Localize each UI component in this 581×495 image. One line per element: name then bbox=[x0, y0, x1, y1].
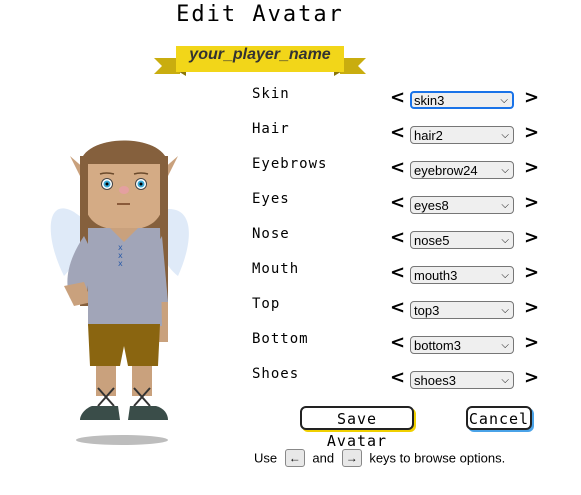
avatar-shadow bbox=[76, 435, 168, 445]
next-mouth-button[interactable]: > bbox=[524, 262, 539, 283]
hint-use-text: Use bbox=[254, 450, 278, 466]
player-name: your_player_name bbox=[189, 46, 331, 63]
option-row-hair: Hair < hair2 ⌵ > bbox=[252, 121, 552, 153]
option-row-top: Top < top3 ⌵ > bbox=[252, 296, 552, 328]
next-top-button[interactable]: > bbox=[524, 297, 539, 318]
cancel-button[interactable]: Cancel bbox=[466, 406, 532, 430]
prev-mouth-button[interactable]: < bbox=[390, 262, 405, 283]
chevron-down-icon: ⌵ bbox=[501, 305, 509, 316]
option-label-mouth: Mouth bbox=[252, 261, 300, 277]
right-arrow-key-icon: → bbox=[341, 449, 362, 467]
svg-text:x: x bbox=[118, 259, 123, 268]
skin-select[interactable]: skin3 ⌵ bbox=[410, 91, 514, 109]
next-bottom-button[interactable]: > bbox=[524, 332, 539, 353]
chevron-down-icon: ⌵ bbox=[501, 235, 509, 246]
avatar-nose bbox=[119, 186, 129, 194]
option-label-nose: Nose bbox=[252, 226, 290, 242]
option-row-nose: Nose < nose5 ⌵ > bbox=[252, 226, 552, 258]
option-label-shoes: Shoes bbox=[252, 366, 300, 382]
chevron-down-icon: ⌵ bbox=[501, 130, 509, 141]
option-label-eyebrows: Eyebrows bbox=[252, 156, 328, 172]
prev-eyes-button[interactable]: < bbox=[390, 192, 405, 213]
left-arrow-key-icon: ← bbox=[284, 449, 305, 467]
bottom-select-value: bottom3 bbox=[414, 338, 461, 353]
eyebrows-select[interactable]: eyebrow24 ⌵ bbox=[410, 161, 514, 179]
hair-select[interactable]: hair2 ⌵ bbox=[410, 126, 514, 144]
chevron-down-icon: ⌵ bbox=[500, 95, 508, 106]
hint-rest-text: keys to browse options. bbox=[369, 450, 506, 466]
eyes-select[interactable]: eyes8 ⌵ bbox=[410, 196, 514, 214]
next-nose-button[interactable]: > bbox=[524, 227, 539, 248]
next-skin-button[interactable]: > bbox=[524, 87, 539, 108]
skin-select-value: skin3 bbox=[414, 93, 445, 108]
top-select-value: top3 bbox=[414, 303, 440, 318]
mouth-select-value: mouth3 bbox=[414, 268, 458, 283]
chevron-down-icon: ⌵ bbox=[501, 200, 509, 211]
option-label-skin: Skin bbox=[252, 86, 290, 102]
shoes-select-value: shoes3 bbox=[414, 373, 456, 388]
save-avatar-button[interactable]: Save Avatar bbox=[300, 406, 414, 450]
chevron-down-icon: ⌵ bbox=[501, 270, 509, 281]
chevron-down-icon: ⌵ bbox=[501, 165, 509, 176]
mouth-select[interactable]: mouth3 ⌵ bbox=[410, 266, 514, 284]
player-name-banner: your_player_name bbox=[154, 44, 366, 78]
eyes-select-value: eyes8 bbox=[414, 198, 449, 213]
hint-and-text: and bbox=[312, 450, 335, 466]
avatar-bottom bbox=[88, 324, 160, 366]
option-label-bottom: Bottom bbox=[252, 331, 309, 347]
option-label-eyes: Eyes bbox=[252, 191, 290, 207]
option-row-mouth: Mouth < mouth3 ⌵ > bbox=[252, 261, 552, 293]
eyebrows-select-value: eyebrow24 bbox=[414, 163, 478, 178]
shoes-select[interactable]: shoes3 ⌵ bbox=[410, 371, 514, 389]
option-label-hair: Hair bbox=[252, 121, 290, 137]
next-eyes-button[interactable]: > bbox=[524, 192, 539, 213]
prev-skin-button[interactable]: < bbox=[390, 87, 405, 108]
prev-nose-button[interactable]: < bbox=[390, 227, 405, 248]
option-row-eyes: Eyes < eyes8 ⌵ > bbox=[252, 191, 552, 223]
next-eyebrows-button[interactable]: > bbox=[524, 157, 539, 178]
avatar-preview: x x x bbox=[44, 126, 204, 456]
top-select[interactable]: top3 ⌵ bbox=[410, 301, 514, 319]
avatar-shoe-right bbox=[128, 406, 168, 420]
prev-top-button[interactable]: < bbox=[390, 297, 405, 318]
option-label-top: Top bbox=[252, 296, 281, 312]
option-row-skin: Skin < skin3 ⌵ > bbox=[252, 86, 552, 118]
page-title: Edit Avatar bbox=[176, 2, 344, 27]
keyboard-hint: Use ← and → keys to browse options. bbox=[254, 449, 505, 467]
option-row-eyebrows: Eyebrows < eyebrow24 ⌵ > bbox=[252, 156, 552, 188]
chevron-down-icon: ⌵ bbox=[501, 375, 509, 386]
prev-hair-button[interactable]: < bbox=[390, 122, 405, 143]
avatar-top bbox=[88, 228, 162, 326]
avatar-face bbox=[84, 164, 164, 230]
hair-select-value: hair2 bbox=[414, 128, 443, 143]
nose-select-value: nose5 bbox=[414, 233, 450, 248]
next-shoes-button[interactable]: > bbox=[524, 367, 539, 388]
avatar-shoe-left bbox=[80, 406, 120, 420]
prev-eyebrows-button[interactable]: < bbox=[390, 157, 405, 178]
chevron-down-icon: ⌵ bbox=[501, 340, 509, 351]
prev-bottom-button[interactable]: < bbox=[390, 332, 405, 353]
next-hair-button[interactable]: > bbox=[524, 122, 539, 143]
option-row-bottom: Bottom < bottom3 ⌵ > bbox=[252, 331, 552, 363]
prev-shoes-button[interactable]: < bbox=[390, 367, 405, 388]
option-row-shoes: Shoes < shoes3 ⌵ > bbox=[252, 366, 552, 398]
nose-select[interactable]: nose5 ⌵ bbox=[410, 231, 514, 249]
bottom-select[interactable]: bottom3 ⌵ bbox=[410, 336, 514, 354]
